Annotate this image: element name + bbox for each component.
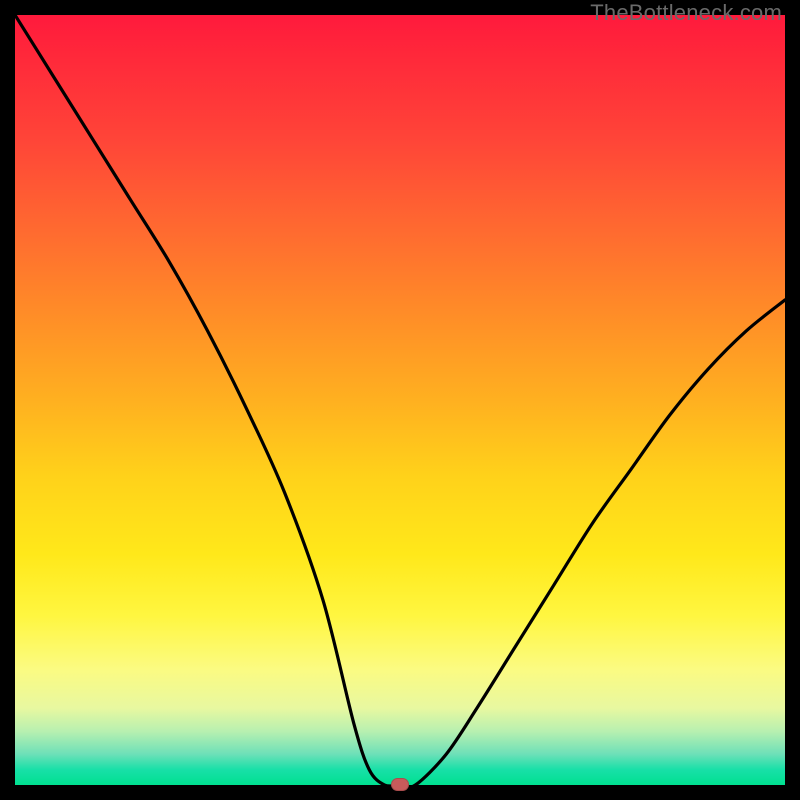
- bottleneck-curve: [15, 15, 785, 785]
- watermark-text: TheBottleneck.com: [590, 0, 782, 26]
- plot-area: [15, 15, 785, 785]
- optimum-marker: [391, 778, 409, 791]
- chart-frame: TheBottleneck.com: [0, 0, 800, 800]
